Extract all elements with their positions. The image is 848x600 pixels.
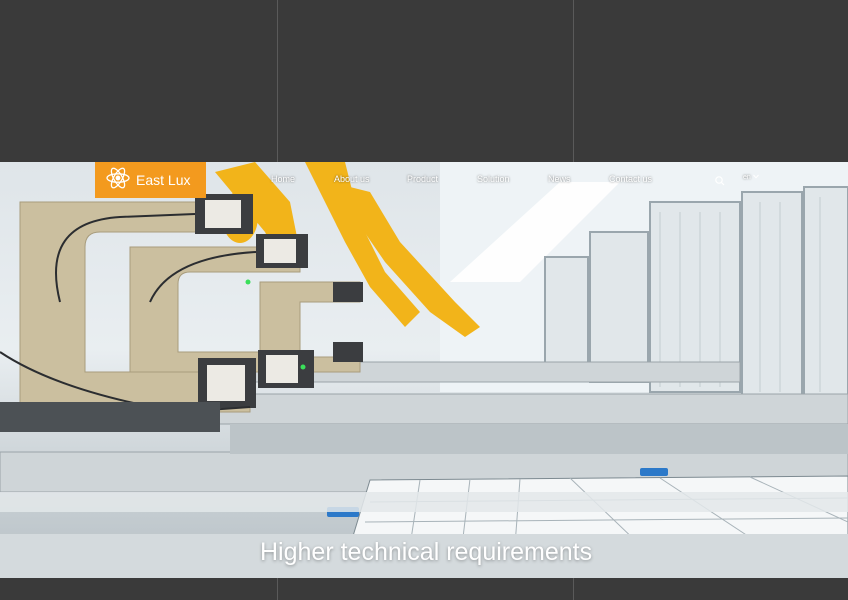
nav-item-product[interactable]: Product	[407, 174, 438, 184]
atom-icon	[106, 166, 130, 195]
language-label: en	[743, 174, 751, 181]
nav-item-about-us[interactable]: About us	[334, 174, 370, 184]
nav-item-home[interactable]: Home	[271, 174, 295, 184]
language-selector[interactable]: en	[743, 174, 759, 181]
nav-item-news[interactable]: News	[548, 174, 571, 184]
nav-item-solution[interactable]: Solution	[477, 174, 510, 184]
hero-banner	[0, 162, 848, 578]
brand-name: East Lux	[136, 172, 191, 188]
hero-caption: Higher technical requirements	[260, 538, 593, 566]
factory-scene-image	[0, 162, 848, 578]
chevron-down-icon	[752, 174, 759, 181]
brand-logo[interactable]: East Lux	[95, 162, 206, 198]
search-icon[interactable]	[714, 174, 726, 186]
nav-item-contact-us[interactable]: Contact us	[609, 174, 652, 184]
